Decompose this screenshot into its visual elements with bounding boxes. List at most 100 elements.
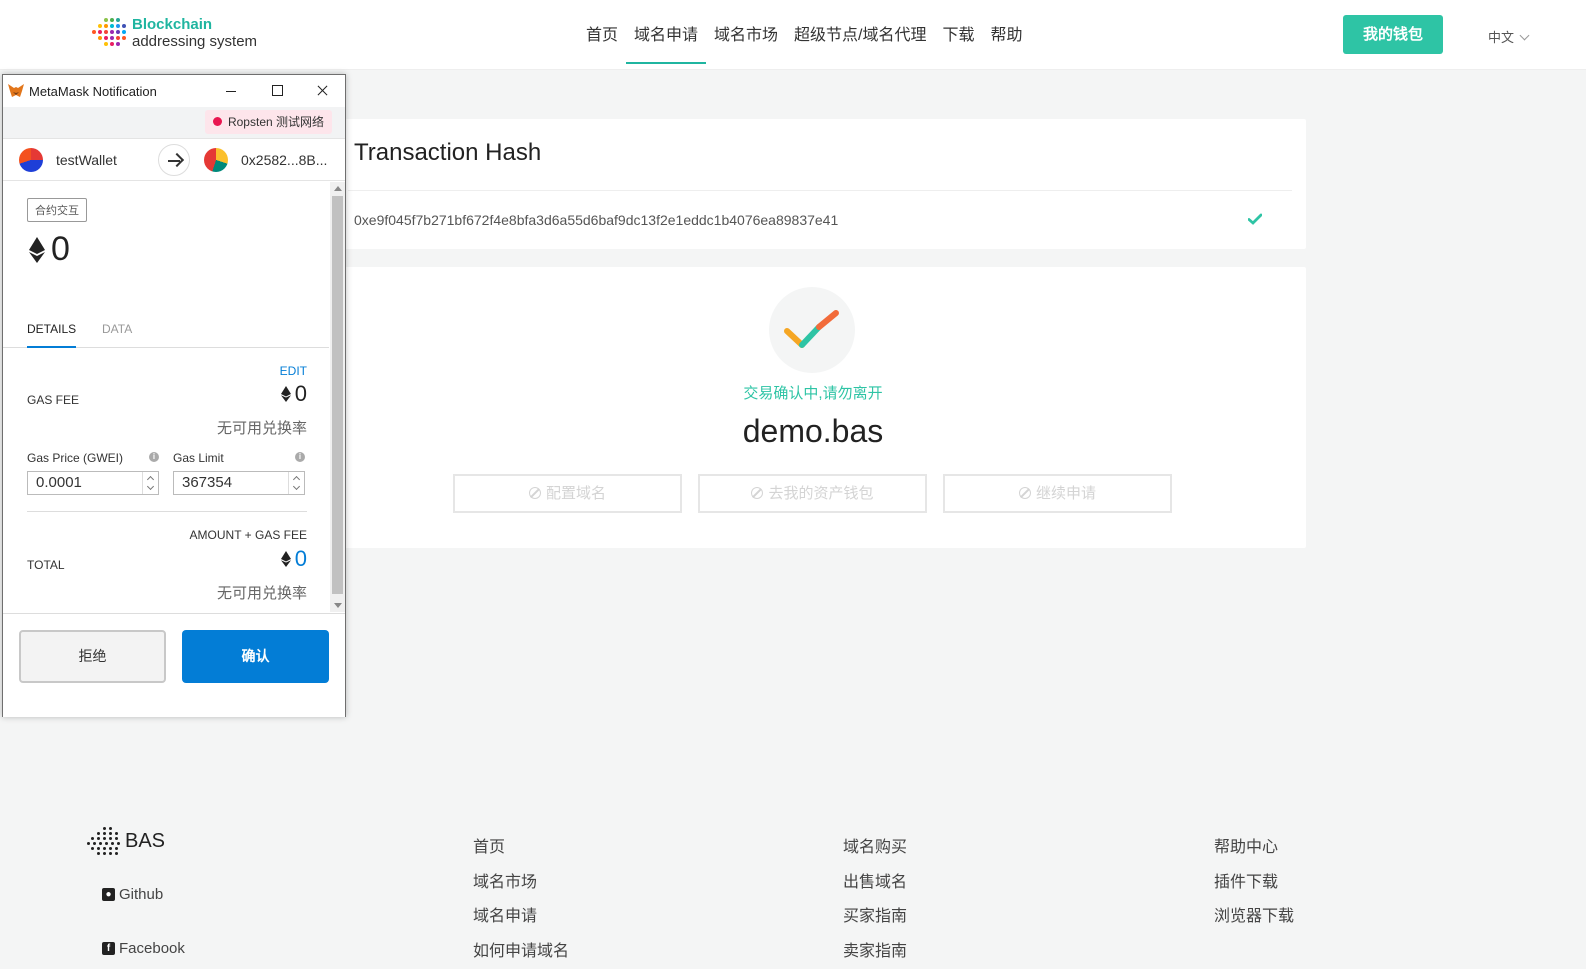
footer-logo: BAS xyxy=(87,825,165,857)
nav-home[interactable]: 首页 xyxy=(578,0,626,70)
nav-help[interactable]: 帮助 xyxy=(983,0,1031,70)
transaction-amount: 0 xyxy=(29,230,70,269)
account-row: testWallet 0x2582...8B... xyxy=(3,139,345,181)
contract-interaction-tag: 合约交互 xyxy=(27,198,87,222)
facebook-icon: f xyxy=(102,942,115,955)
gas-fee-amount: 0 xyxy=(294,381,307,406)
footer-link[interactable]: 域名申请 xyxy=(473,902,569,937)
main-nav: 首页 域名申请 域名市场 超级节点/域名代理 下载 帮助 xyxy=(578,0,1031,70)
from-account-name: testWallet xyxy=(56,152,117,168)
info-icon[interactable]: i xyxy=(295,452,305,462)
logo-mark-icon xyxy=(90,16,128,50)
footer-link[interactable]: 域名市场 xyxy=(473,868,569,903)
footer-link[interactable]: 出售域名 xyxy=(843,868,907,903)
configure-domain-label: 配置域名 xyxy=(545,485,606,502)
scrollbar[interactable] xyxy=(330,182,345,612)
footer-link[interactable]: 卖家指南 xyxy=(843,937,907,969)
go-to-wallet-button[interactable]: 去我的资产钱包 xyxy=(698,474,927,513)
window-title: MetaMask Notification xyxy=(29,84,157,99)
transaction-hash-title: Transaction Hash xyxy=(354,139,542,166)
transaction-hash-card: Transaction Hash 0xe9f045f7b271bf672f4e8… xyxy=(320,119,1306,249)
ethereum-icon xyxy=(280,551,291,567)
domain-name: demo.bas xyxy=(742,413,884,449)
scroll-up-icon[interactable] xyxy=(334,186,342,191)
close-icon[interactable] xyxy=(313,81,333,101)
footer-link[interactable]: 如何申请域名 xyxy=(473,937,569,969)
footer-link[interactable]: 首页 xyxy=(473,833,569,868)
nav-domain-market[interactable]: 域名市场 xyxy=(706,0,786,70)
nav-domain-apply[interactable]: 域名申请 xyxy=(626,0,707,70)
site-header: Blockchain addressing system 首页 域名申请 域名市… xyxy=(0,0,1586,70)
info-icon[interactable]: i xyxy=(149,452,159,462)
chevron-down-icon xyxy=(1519,30,1530,41)
reject-button[interactable]: 拒绝 xyxy=(19,630,166,683)
continue-apply-button[interactable]: 继续申请 xyxy=(943,474,1172,513)
language-selector[interactable]: 中文 xyxy=(1488,27,1530,46)
maximize-icon[interactable] xyxy=(268,81,288,101)
from-account-avatar xyxy=(19,148,43,172)
status-message: 交易确认中,请勿离开 xyxy=(743,385,883,402)
to-account-address[interactable]: 0x2582...8B... xyxy=(241,152,327,168)
minimize-icon[interactable] xyxy=(222,81,242,101)
transaction-details: 合约交互 0 DETAILS DATA EDIT GAS FEE 0 无可用兑换… xyxy=(3,182,329,612)
action-footer: 拒绝 确认 xyxy=(3,613,345,717)
amount-gas-fee-label: AMOUNT + GAS FEE xyxy=(189,528,307,542)
network-label: Ropsten 测试网络 xyxy=(227,115,324,129)
network-bar: Ropsten 测试网络 xyxy=(3,107,345,139)
total-conversion: 无可用兑换率 xyxy=(216,585,307,602)
footer-col-2: 域名购买 出售域名 买家指南 卖家指南 xyxy=(843,833,907,969)
language-label: 中文 xyxy=(1488,30,1515,45)
facebook-link[interactable]: f Facebook xyxy=(102,940,185,957)
total-amount: 0 xyxy=(294,546,307,571)
gas-limit-label: Gas Limit xyxy=(173,451,224,465)
go-to-wallet-label: 去我的资产钱包 xyxy=(768,485,874,502)
gas-price-input[interactable]: 0.0001 xyxy=(27,471,159,495)
gas-price-value: 0.0001 xyxy=(36,474,82,491)
scroll-down-icon[interactable] xyxy=(334,603,342,608)
gas-limit-input[interactable]: 367354 xyxy=(173,471,305,495)
footer-link[interactable]: 买家指南 xyxy=(843,902,907,937)
site-logo[interactable]: Blockchain addressing system xyxy=(90,16,257,50)
footer-link[interactable]: 插件下载 xyxy=(1214,868,1294,903)
ban-icon xyxy=(1018,487,1031,499)
footer-col-3: 帮助中心 插件下载 浏览器下载 xyxy=(1214,833,1294,937)
divider xyxy=(27,511,307,512)
bas-logo-icon xyxy=(87,825,123,857)
nav-download[interactable]: 下载 xyxy=(935,0,983,70)
github-icon: ● xyxy=(102,888,115,901)
nav-super-node[interactable]: 超级节点/域名代理 xyxy=(786,0,934,70)
gas-price-label: Gas Price (GWEI) xyxy=(27,451,124,465)
configure-domain-button[interactable]: 配置域名 xyxy=(453,474,682,513)
stepper-icon[interactable] xyxy=(142,472,158,494)
edit-gas-link[interactable]: EDIT xyxy=(280,364,307,378)
footer-link[interactable]: 域名购买 xyxy=(843,833,907,868)
confirm-button[interactable]: 确认 xyxy=(182,630,329,683)
details-tabs: DETAILS DATA xyxy=(3,322,329,348)
ban-icon xyxy=(528,487,541,499)
gas-fee-value: 0 xyxy=(280,381,307,407)
transaction-status-card: 交易确认中,请勿离开 demo.bas 配置域名 去我的资产钱包 继续申请 xyxy=(320,267,1306,548)
ethereum-icon xyxy=(280,386,291,402)
ethereum-icon xyxy=(29,236,45,263)
stepper-icon[interactable] xyxy=(288,472,304,494)
transaction-hash-value: 0xe9f045f7b271bf672f4e8bfa3d6a55d6baf9dc… xyxy=(354,212,839,228)
logo-line2: addressing system xyxy=(132,33,258,50)
check-icon xyxy=(1248,213,1262,225)
footer-link[interactable]: 浏览器下载 xyxy=(1214,902,1294,937)
tab-data[interactable]: DATA xyxy=(102,322,132,348)
amount-value: 0 xyxy=(51,230,70,268)
to-account-avatar xyxy=(204,148,228,172)
tab-details[interactable]: DETAILS xyxy=(27,322,77,348)
ban-icon xyxy=(751,487,764,499)
footer-brand: BAS xyxy=(125,829,166,852)
github-link[interactable]: ● Github xyxy=(102,886,163,903)
gas-fee-conversion: 无可用兑换率 xyxy=(216,420,307,437)
footer-link[interactable]: 帮助中心 xyxy=(1214,833,1294,868)
gas-limit-value: 367354 xyxy=(182,474,233,491)
total-label: TOTAL xyxy=(27,558,65,572)
facebook-label: Facebook xyxy=(119,940,185,957)
metamask-fox-icon xyxy=(8,84,24,97)
scrollbar-thumb[interactable] xyxy=(332,196,343,594)
my-wallet-button[interactable]: 我的钱包 xyxy=(1343,15,1443,54)
network-badge[interactable]: Ropsten 测试网络 xyxy=(204,110,332,134)
